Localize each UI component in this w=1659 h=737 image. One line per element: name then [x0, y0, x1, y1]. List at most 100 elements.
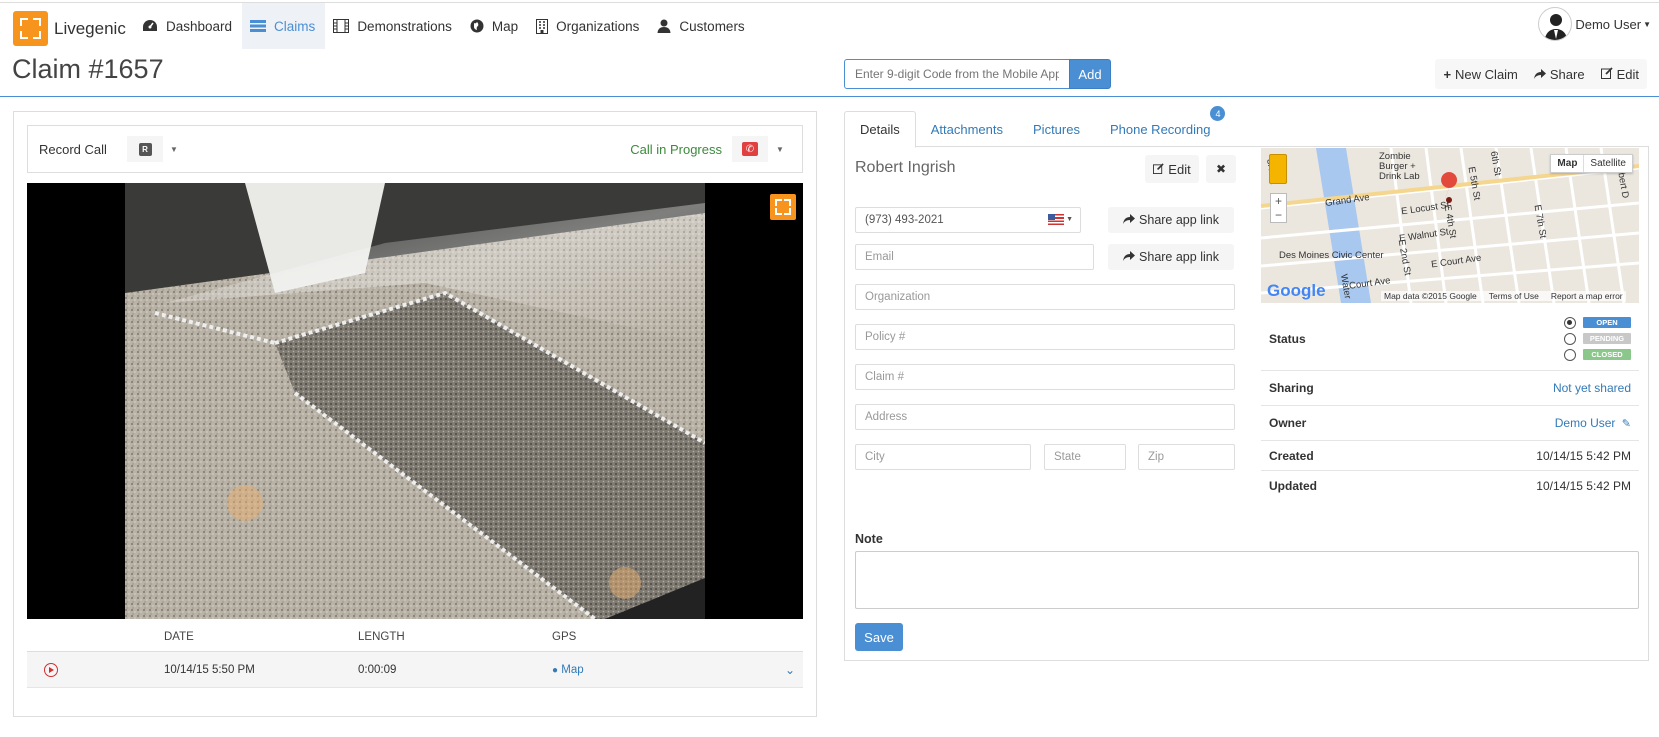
edit-icon[interactable]: ✎	[1622, 418, 1631, 430]
contact-name: Robert Ingrish	[855, 159, 956, 176]
recordings-table: DATE LENGTH GPS 10/14/15 5:50 PM 0:00:09…	[27, 622, 803, 688]
phone-value: (973) 493-2021	[865, 214, 944, 226]
mobile-code-input[interactable]	[844, 59, 1070, 89]
map-attribution: Map data ©2015 Google	[1384, 291, 1477, 301]
new-claim-label: New Claim	[1455, 66, 1518, 82]
zoom-out-button[interactable]: −	[1271, 208, 1286, 222]
add-code-button[interactable]: Add	[1069, 59, 1111, 89]
video-player[interactable]	[27, 183, 803, 619]
globe-icon	[470, 19, 484, 33]
new-claim-button[interactable]: + New Claim	[1435, 59, 1525, 89]
radio-pending[interactable]	[1564, 332, 1576, 345]
phone-icon: ✆	[742, 142, 758, 156]
nav-item-claims[interactable]: Claims	[242, 3, 326, 49]
status-option-pending[interactable]: PENDING	[1564, 332, 1631, 345]
phone-field[interactable]: (973) 493-2021 ▼	[855, 207, 1081, 233]
call-dropdown[interactable]: ✆ ▼	[732, 136, 792, 162]
edit-claim-button[interactable]: Edit	[1593, 59, 1647, 89]
organization-field[interactable]: Organization	[855, 284, 1235, 310]
zoom-in-button[interactable]: +	[1271, 194, 1286, 208]
record-bar: Record Call R ▼ Call in Progress ✆ ▼	[27, 125, 803, 173]
chevron-down-icon[interactable]: ⌄	[785, 663, 795, 677]
user-name: Demo User	[1575, 16, 1642, 32]
recording-length: 0:00:09	[358, 663, 397, 676]
nav-label-customers: Customers	[679, 18, 745, 34]
edit-icon	[1600, 66, 1613, 82]
tab-phone-recording[interactable]: Phone Recording 4	[1095, 106, 1226, 147]
status-pill-pending: PENDING	[1583, 333, 1631, 344]
nav-label-organizations: Organizations	[556, 18, 640, 34]
claim-info-table: Status OPEN PENDING CLOSED Sharing Not y…	[1261, 307, 1639, 501]
tab-attachments[interactable]: Attachments	[916, 111, 1018, 147]
share-button[interactable]: Share	[1526, 59, 1593, 89]
map-type-map-button[interactable]: Map	[1551, 155, 1585, 172]
radio-open[interactable]	[1564, 316, 1576, 329]
nav-item-dashboard[interactable]: Dashboard	[134, 3, 242, 49]
gps-map-link[interactable]: Map	[561, 664, 583, 676]
caret-down-icon[interactable]: ▼	[163, 136, 185, 162]
owner-row: Owner Demo User ✎	[1261, 406, 1639, 441]
sharing-label: Sharing	[1269, 381, 1314, 395]
film-icon	[333, 19, 350, 33]
terms-link[interactable]: Terms of Use	[1489, 291, 1539, 301]
radio-closed[interactable]	[1564, 348, 1576, 361]
user-menu[interactable]: Demo User ▼	[1538, 7, 1651, 41]
location-map[interactable]: Zombie Burger + Drink Lab Grand Ave E Lo…	[1261, 148, 1639, 303]
note-label: Note	[855, 532, 883, 546]
map-label: Des Moines Civic Center	[1279, 250, 1384, 261]
nav-item-organizations[interactable]: Organizations	[528, 3, 649, 49]
share-icon	[1123, 213, 1136, 227]
map-type-satellite-button[interactable]: Satellite	[1584, 155, 1632, 172]
note-textarea[interactable]	[855, 551, 1639, 609]
status-options: OPEN PENDING CLOSED	[1564, 316, 1631, 361]
caret-down-icon[interactable]: ▼	[768, 136, 792, 162]
email-field[interactable]: Email	[855, 244, 1094, 270]
hangup-button[interactable]: ✆	[732, 136, 768, 162]
table-row[interactable]: 10/14/15 5:50 PM 0:00:09 ● Map ⌄	[27, 652, 803, 688]
table-header: DATE LENGTH GPS	[27, 622, 803, 652]
call-status: Call in Progress	[630, 142, 722, 157]
state-field[interactable]: State	[1044, 444, 1126, 470]
nav-label-map: Map	[491, 18, 519, 34]
record-button[interactable]: R	[127, 136, 163, 162]
us-flag-icon[interactable]: ▼	[1048, 214, 1073, 225]
tab-details[interactable]: Details	[844, 111, 916, 148]
nav-item-demonstrations[interactable]: Demonstrations	[325, 3, 462, 49]
street-view-icon[interactable]	[1269, 154, 1287, 184]
avatar	[1538, 7, 1573, 41]
status-option-open[interactable]: OPEN	[1564, 316, 1631, 329]
nav-label-dashboard: Dashboard	[166, 18, 233, 34]
nav-item-customers[interactable]: Customers	[649, 3, 754, 49]
claim-number-field[interactable]: Claim #	[855, 364, 1235, 390]
city-field[interactable]: City	[855, 444, 1031, 470]
record-dropdown[interactable]: R ▼	[127, 136, 185, 162]
sharing-link[interactable]: Not yet shared	[1553, 381, 1631, 395]
owner-label: Owner	[1269, 416, 1307, 430]
policy-field[interactable]: Policy #	[855, 324, 1235, 350]
record-call-label: Record Call	[39, 142, 107, 157]
save-button[interactable]: Save	[855, 623, 903, 651]
zip-field[interactable]: Zip	[1138, 444, 1235, 470]
fullscreen-icon[interactable]	[770, 194, 796, 220]
google-logo: Google	[1267, 281, 1326, 300]
share-app-link-email-button[interactable]: Share app link	[1108, 244, 1234, 270]
col-date-header: DATE	[164, 630, 194, 643]
close-icon[interactable]: ✖	[1206, 155, 1236, 183]
video-frame	[125, 183, 705, 619]
nav-item-map[interactable]: Map	[462, 3, 528, 49]
tab-pictures[interactable]: Pictures	[1018, 111, 1095, 147]
recording-date: 10/14/15 5:50 PM	[164, 663, 255, 676]
nav-label-claims: Claims	[274, 18, 316, 34]
address-field[interactable]: Address	[855, 404, 1235, 430]
brand[interactable]: Livegenic	[13, 11, 126, 46]
status-option-closed[interactable]: CLOSED	[1564, 348, 1631, 361]
updated-label: Updated	[1269, 479, 1317, 493]
play-icon[interactable]	[44, 662, 58, 677]
edit-contact-button[interactable]: Edit	[1145, 155, 1199, 183]
share-app-link-phone-button[interactable]: Share app link	[1108, 207, 1234, 233]
report-map-error-link[interactable]: Report a map error	[1551, 291, 1623, 301]
col-gps-header: GPS	[552, 630, 577, 643]
caret-down-icon: ▼	[1643, 19, 1651, 29]
owner-link[interactable]: Demo User	[1555, 416, 1616, 430]
recording-count-badge: 4	[1210, 106, 1226, 121]
